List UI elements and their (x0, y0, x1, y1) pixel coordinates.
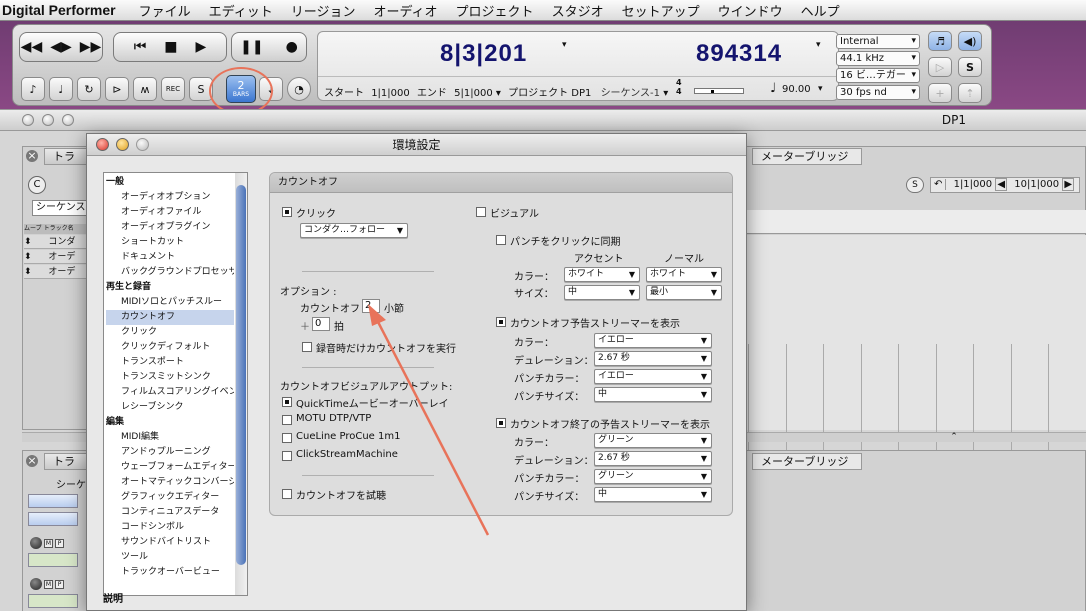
annotation-arrow-line (374, 317, 490, 536)
annotation-arrow (368, 304, 490, 536)
annotation-arrow-head (368, 304, 386, 326)
